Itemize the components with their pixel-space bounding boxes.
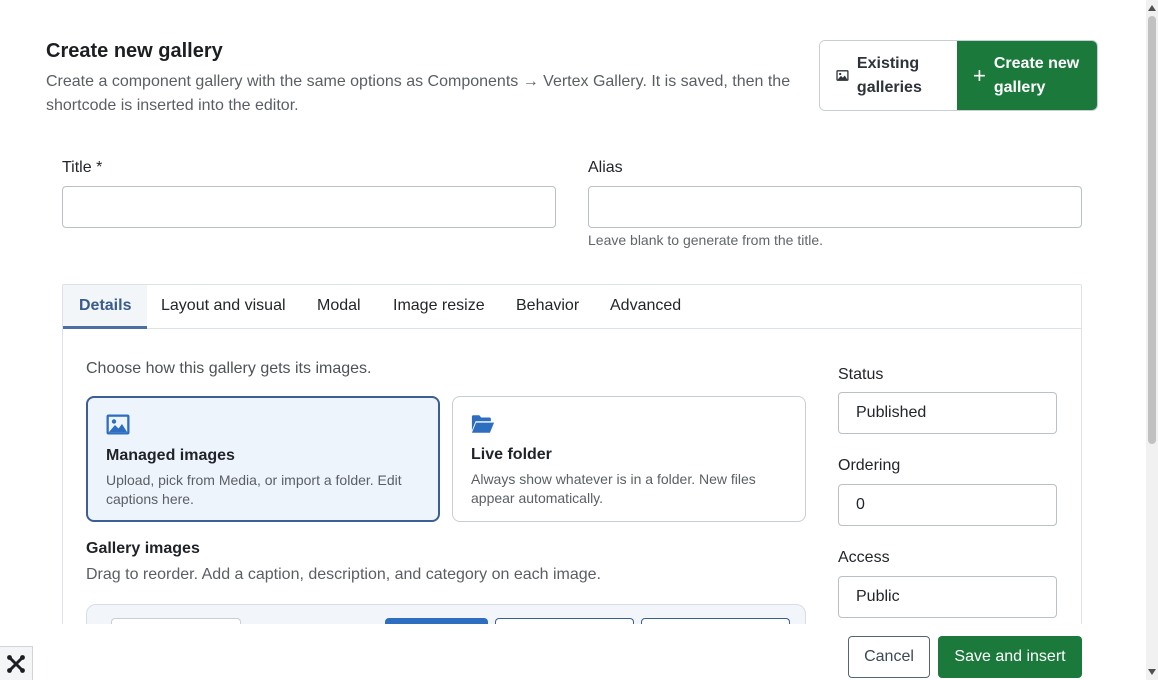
- page-description: Create a component gallery with the same…: [46, 73, 791, 114]
- tab-modal[interactable]: Modal: [301, 285, 377, 329]
- tab-image-resize[interactable]: Image resize: [377, 285, 501, 329]
- ordering-input[interactable]: 0: [838, 484, 1057, 526]
- source-option-description: Upload, pick from Media, or import a fol…: [106, 472, 402, 507]
- alias-label: Alias: [588, 159, 623, 176]
- folder-open-icon: [471, 415, 495, 433]
- alias-help-text: Leave blank to generate from the title.: [588, 232, 824, 248]
- gallery-images-title: Gallery images: [86, 540, 200, 557]
- scroll-down-arrow-icon[interactable]: [1148, 669, 1156, 675]
- access-select[interactable]: Public: [838, 576, 1057, 618]
- plus-icon: +: [973, 62, 986, 88]
- alias-input[interactable]: [588, 186, 1082, 228]
- save-and-insert-button[interactable]: Save and insert: [938, 636, 1082, 678]
- existing-galleries-label: Existing galleries: [856, 54, 922, 96]
- vertical-scrollbar[interactable]: [1146, 0, 1158, 680]
- gallery-images-description: Drag to reorder. Add a caption, descript…: [86, 566, 601, 583]
- scroll-up-arrow-icon[interactable]: [1148, 5, 1156, 11]
- tab-layout-and-visual[interactable]: Layout and visual: [145, 285, 302, 329]
- image-icon: [836, 70, 849, 81]
- source-option-description: Always show whatever is in a folder. New…: [471, 471, 756, 506]
- source-option-managed-images[interactable]: Managed images Upload, pick from Media, …: [86, 396, 440, 522]
- tab-advanced[interactable]: Advanced: [594, 285, 697, 329]
- create-new-gallery-label: Create new gallery: [993, 54, 1080, 96]
- image-icon: [106, 414, 130, 435]
- tab-behavior[interactable]: Behavior: [500, 285, 595, 329]
- source-option-title: Live folder: [471, 446, 552, 463]
- mode-toggle: Existing galleries + Create new gallery: [819, 40, 1098, 111]
- source-option-live-folder[interactable]: Live folder Always show whatever is in a…: [452, 396, 806, 522]
- create-new-gallery-button[interactable]: + Create new gallery: [957, 41, 1097, 110]
- ordering-label: Ordering: [838, 457, 901, 474]
- status-label: Status: [838, 366, 884, 383]
- title-label: Title *: [62, 159, 103, 176]
- scrollbar-thumb[interactable]: [1148, 16, 1156, 444]
- source-prompt: Choose how this gallery gets its images.: [86, 360, 372, 377]
- existing-galleries-button[interactable]: Existing galleries: [820, 41, 957, 110]
- tab-bar: Details Layout and visual Modal Image re…: [63, 285, 1081, 329]
- page-title: Create new gallery: [46, 40, 223, 62]
- joomla-logo-icon[interactable]: [0, 646, 33, 680]
- status-select[interactable]: Published: [838, 392, 1057, 434]
- source-option-title: Managed images: [106, 447, 235, 464]
- joomla-icon: [7, 654, 25, 673]
- cancel-button[interactable]: Cancel: [848, 636, 930, 678]
- access-label: Access: [838, 549, 890, 566]
- tab-details[interactable]: Details: [63, 285, 148, 329]
- title-input[interactable]: [62, 186, 556, 228]
